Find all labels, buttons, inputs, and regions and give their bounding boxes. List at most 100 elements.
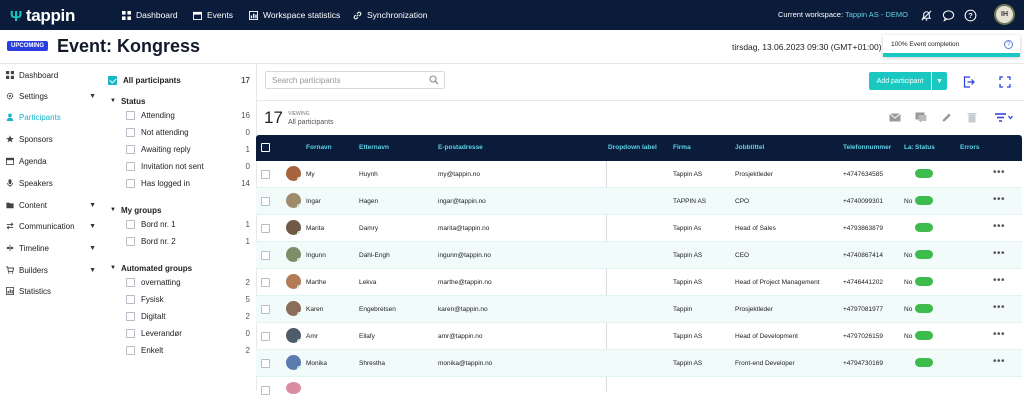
chat-icon[interactable] [941,8,955,22]
checkbox[interactable] [126,328,135,338]
more-options-icon[interactable]: ••• [993,329,1005,340]
tappin-logo[interactable]: Ψtappin [10,6,75,26]
filter-group-automated[interactable]: ▼ Automated groups [108,261,250,275]
filter-bord-1[interactable]: Bord nr. 1 1 [126,217,250,231]
checkbox[interactable] [126,277,135,287]
more-options-icon[interactable]: ••• [993,221,1005,232]
email-icon[interactable] [889,112,901,123]
delete-icon[interactable] [966,112,978,123]
status-toggle[interactable] [915,358,933,367]
checkbox[interactable] [126,144,135,154]
table-row[interactable]: Ingunn Dahl-Engh ingunn@tappin.no Tappin… [256,242,1022,269]
status-toggle[interactable] [915,331,933,340]
checkbox[interactable] [126,345,135,355]
select-all-checkbox[interactable] [261,143,270,152]
table-row[interactable]: Karen Engebretsen karen@tappin.no Tappin… [256,296,1022,323]
checkbox[interactable] [126,219,135,229]
fullscreen-icon[interactable] [999,76,1011,88]
sidebar-item-communication[interactable]: Communication ▼ [6,218,100,234]
checkbox[interactable] [126,178,135,188]
status-toggle[interactable] [915,304,933,313]
table-row[interactable]: Marthe Lekva marthe@tappin.no Tappin AS … [256,269,1022,296]
nav-dashboard[interactable]: Dashboard [122,0,178,30]
sidebar-item-speakers[interactable]: Speakers [6,175,100,191]
row-checkbox[interactable] [261,197,270,206]
row-checkbox[interactable] [261,251,270,260]
sidebar-item-sponsors[interactable]: Sponsors [6,131,100,147]
checkbox-checked[interactable] [108,75,117,85]
add-participant-button[interactable]: Add participant ▼ [869,72,947,90]
filter-enkelt[interactable]: Enkelt 2 [126,343,250,357]
nav-synchronization[interactable]: Synchronization [353,0,427,30]
column-la[interactable]: La: [904,144,914,151]
column-dropdown-label[interactable]: Dropdown label [608,144,657,151]
table-row[interactable]: Ingar Hagen ingar@tappin.no TAPPIN AS CP… [256,188,1022,215]
sidebar-item-agenda[interactable]: Agenda [6,153,100,169]
table-row[interactable]: My Huynh my@tappin.no Tappin AS Prosjekt… [256,161,1022,188]
export-icon[interactable] [963,76,975,88]
nav-events[interactable]: Events [193,0,233,30]
sidebar-item-statistics[interactable]: Statistics [6,283,100,299]
checkbox[interactable] [126,110,135,120]
sidebar-item-participants[interactable]: Participants [6,109,100,125]
sidebar-item-builders[interactable]: Builders ▼ [6,262,100,278]
column-etternavn[interactable]: Etternavn [359,144,389,151]
filter-attending[interactable]: Attending 16 [126,108,250,122]
column-errors[interactable]: Errors [960,144,980,151]
user-avatar[interactable]: IH [994,4,1015,25]
sidebar-item-content[interactable]: Content ▼ [6,197,100,213]
filter-icon[interactable] [994,112,1014,123]
status-toggle[interactable] [915,169,933,178]
column-e-postadresse[interactable]: E-postadresse [438,144,483,151]
more-options-icon[interactable]: ••• [993,275,1005,286]
status-toggle[interactable] [915,223,933,232]
checkbox[interactable] [126,127,135,137]
column-fornavn[interactable]: Fornavn [306,144,332,151]
filter-leverandor[interactable]: Leverandør 0 [126,326,250,340]
filter-invitation-not-sent[interactable]: Invitation not sent 0 [126,159,250,173]
table-row[interactable]: Monika Shrestha monika@tappin.no Tappin … [256,350,1022,377]
filter-overnatting[interactable]: overnatting 2 [126,275,250,289]
checkbox[interactable] [126,311,135,321]
checkbox[interactable] [126,161,135,171]
filter-not-attending[interactable]: Not attending 0 [126,125,250,139]
nav-workspace-statistics[interactable]: Workspace statistics [249,0,340,30]
column-jobbtittel[interactable]: Jobbtittel [735,144,764,151]
row-checkbox[interactable] [261,224,270,233]
checkbox[interactable] [126,294,135,304]
table-row[interactable] [256,377,1022,395]
filter-bord-2[interactable]: Bord nr. 2 1 [126,234,250,248]
table-row[interactable]: Marita Damry marita@tappin.no Tappin As … [256,215,1022,242]
sidebar-item-timeline[interactable]: Timeline ▼ [6,240,100,256]
sms-icon[interactable] [915,112,927,123]
chevron-down-icon[interactable]: ▼ [931,72,947,90]
status-toggle[interactable] [915,196,933,205]
column-telefonnummer[interactable]: Telefonnummer [843,144,891,151]
more-options-icon[interactable]: ••• [993,248,1005,259]
checkbox[interactable] [126,236,135,246]
filter-fysisk[interactable]: Fysisk 5 [126,292,250,306]
row-checkbox[interactable] [261,278,270,287]
row-checkbox[interactable] [261,386,270,395]
row-checkbox[interactable] [261,359,270,368]
filter-digitalt[interactable]: Digitalt 2 [126,309,250,323]
filter-all-participants[interactable]: All participants 17 [108,73,250,87]
more-options-icon[interactable]: ••• [993,167,1005,178]
edit-icon[interactable] [941,112,953,123]
more-options-icon[interactable]: ••• [993,302,1005,313]
help-circle-icon[interactable]: ? [1004,40,1013,49]
row-checkbox[interactable] [261,332,270,341]
row-checkbox[interactable] [261,170,270,179]
more-options-icon[interactable]: ••• [993,194,1005,205]
filter-group-my-groups[interactable]: ▼ My groups [108,203,250,217]
sidebar-item-dashboard[interactable]: Dashboard [6,67,100,83]
sidebar-item-settings[interactable]: Settings ▼ [6,88,100,104]
filter-has-logged-in[interactable]: Has logged in 14 [126,176,250,190]
more-options-icon[interactable]: ••• [993,356,1005,367]
column-firma[interactable]: Firma [673,144,691,151]
search-input[interactable]: Search participants [265,71,445,89]
filter-group-status[interactable]: ▼ Status [108,94,250,108]
column-status[interactable]: Status [915,144,935,151]
current-workspace[interactable]: Current workspace: Tappin AS - DEMO [778,10,908,19]
status-toggle[interactable] [915,277,933,286]
